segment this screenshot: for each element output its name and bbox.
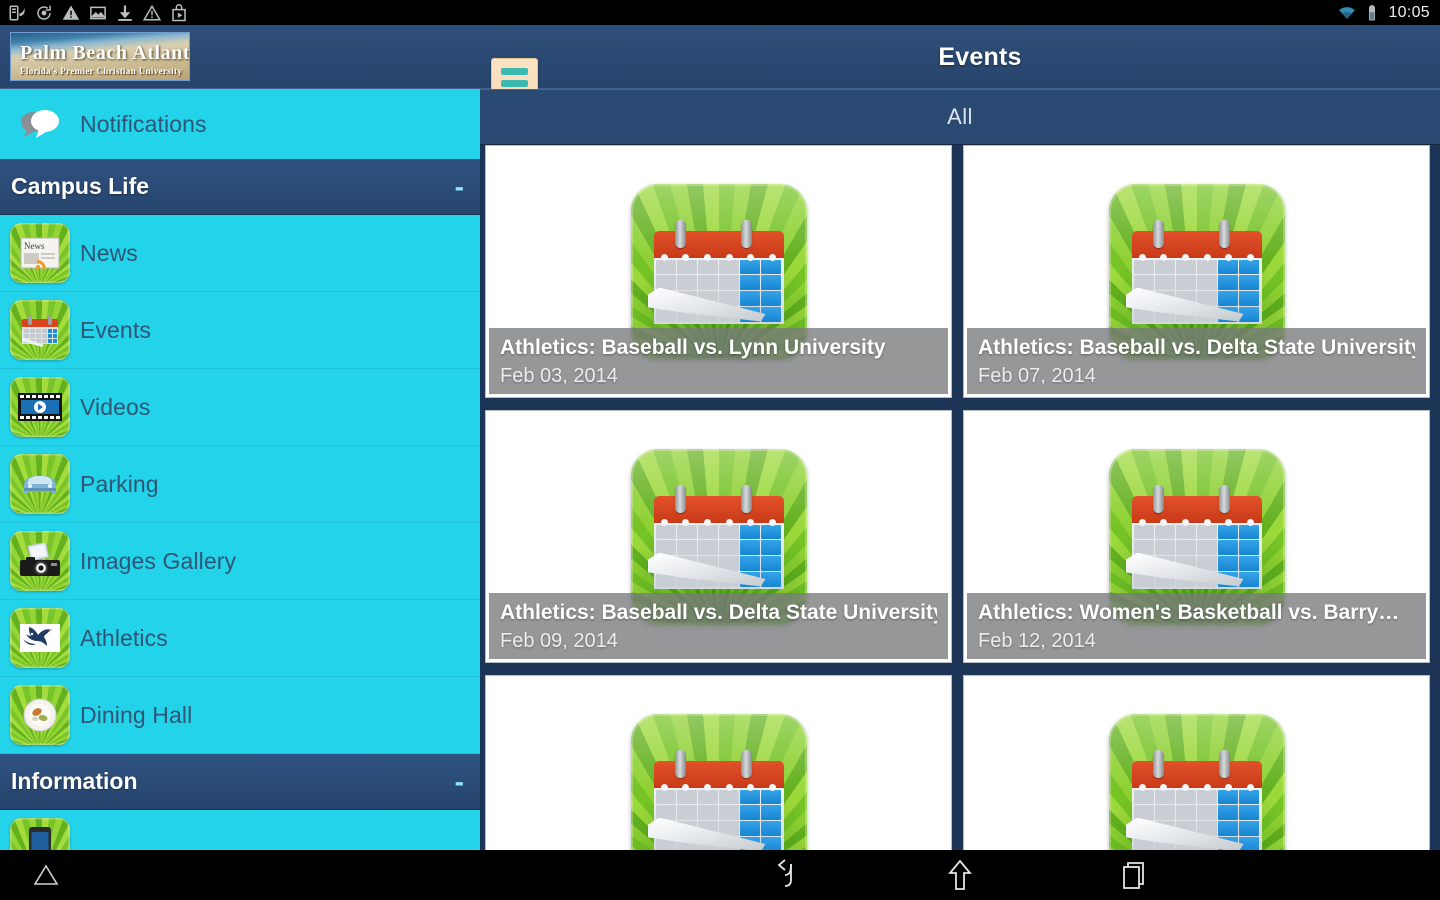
back-icon[interactable] [769, 858, 803, 892]
events-content: All Athletics: Baseball vs. Lynn Univers… [480, 89, 1440, 850]
app-window: Palm Beach Atlantic Florida's Premier Ch… [0, 25, 1440, 850]
card-row: Athletics: Baseball vs. Lynn University … [485, 145, 1435, 398]
sync-icon [37, 5, 51, 20]
alert-icon [143, 4, 161, 20]
sidebar-item-videos[interactable]: Videos [0, 369, 480, 446]
car-icon [0, 446, 80, 523]
event-card[interactable]: Athletics: Baseball vs. Delta State Univ… [485, 410, 952, 663]
film-play-icon [0, 369, 80, 446]
sidebar-section-campus-life[interactable]: Campus Life - [0, 159, 480, 215]
sidebar-section-information[interactable]: Information - [0, 754, 480, 810]
collapse-toggle-icon[interactable]: - [455, 172, 480, 200]
event-title: Athletics: Baseball vs. Delta State Univ… [978, 336, 1415, 359]
event-card[interactable]: Athletics: Women's Basketball vs. Barry…… [963, 410, 1430, 663]
sidebar-item-parking[interactable]: Parking [0, 446, 480, 523]
event-date: Feb 03, 2014 [500, 365, 618, 387]
sidebar-item-label: Athletics [80, 624, 168, 651]
image-icon [90, 6, 106, 19]
nav-buttons [480, 850, 1440, 900]
wifi-icon [1339, 6, 1356, 19]
play-store-icon [172, 3, 186, 21]
calendar-icon [964, 676, 1429, 850]
collapse-toggle-icon[interactable]: - [455, 767, 480, 795]
system-navigation-bar [0, 850, 1440, 900]
section-title: Campus Life [11, 173, 150, 199]
status-bar: 10:05 [0, 0, 1440, 25]
expand-icon[interactable] [30, 860, 62, 890]
sidebar-item-label: Videos [80, 393, 151, 420]
logo-title: Palm Beach Atlantic [20, 42, 190, 64]
recents-icon[interactable] [1117, 858, 1151, 892]
sidebar-item-news[interactable]: News News [0, 215, 480, 292]
speech-bubbles-icon [0, 89, 80, 163]
sidebar-item-events[interactable]: Events [0, 292, 480, 369]
app-header: Palm Beach Atlantic Florida's Premier Ch… [0, 25, 1440, 108]
event-card[interactable] [485, 675, 952, 850]
home-icon[interactable] [943, 858, 977, 892]
battery-leaf-icon [9, 4, 25, 20]
mobile-phone-icon [0, 810, 80, 850]
card-row: Athletics: Baseball vs. Delta State Univ… [485, 410, 1435, 663]
sidebar-item-label: Events [80, 316, 151, 343]
calendar-icon [486, 676, 951, 850]
sidebar-item-dining-hall[interactable]: Dining Hall [0, 677, 480, 754]
navigation-drawer: Notifications Campus Life - News News Ev… [0, 89, 480, 850]
event-title: Athletics: Baseball vs. Lynn University [500, 336, 886, 359]
camera-icon [0, 523, 80, 600]
sidebar-item-label: Dining Hall [80, 701, 193, 728]
status-bar-right: 10:05 [1338, 4, 1440, 22]
tab-all[interactable]: All [947, 104, 973, 130]
section-title: Information [11, 768, 138, 794]
logo-subtitle: Florida's Premier Christian University [20, 66, 183, 76]
sidebar-item-notifications[interactable]: Notifications [0, 89, 480, 159]
event-date: Feb 07, 2014 [978, 365, 1096, 387]
event-card[interactable] [963, 675, 1430, 850]
event-card[interactable]: Athletics: Baseball vs. Lynn University … [485, 145, 952, 398]
svg-text:News: News [24, 241, 45, 251]
university-logo[interactable]: Palm Beach Atlantic Florida's Premier Ch… [10, 32, 190, 81]
sidebar-item-label: Images Gallery [80, 547, 237, 574]
filter-tabbar: All [480, 89, 1440, 145]
status-bar-icons [0, 3, 188, 22]
newspaper-icon: News [0, 215, 80, 292]
event-title: Athletics: Baseball vs. Delta State Univ… [500, 601, 937, 624]
event-card-caption: Athletics: Baseball vs. Delta State Univ… [489, 593, 948, 659]
plate-icon [0, 677, 80, 754]
sidebar-item-label: News [80, 239, 138, 266]
battery-icon [1369, 4, 1376, 20]
event-title: Athletics: Women's Basketball vs. Barry… [978, 601, 1400, 624]
card-row [485, 675, 1435, 850]
sidebar-item-label: Notifications [80, 110, 207, 137]
event-card-caption: Athletics: Baseball vs. Lynn University … [489, 328, 948, 394]
sidebar-item-mobile[interactable] [0, 810, 480, 850]
warning-icon [62, 5, 80, 20]
sidebar-item-athletics[interactable]: Athletics [0, 600, 480, 677]
status-bar-clock: 10:05 [1388, 3, 1430, 21]
calendar-icon [0, 292, 80, 369]
event-date: Feb 09, 2014 [500, 630, 618, 652]
event-card-caption: Athletics: Women's Basketball vs. Barry…… [967, 593, 1426, 659]
event-date: Feb 12, 2014 [978, 630, 1096, 652]
events-grid: Athletics: Baseball vs. Lynn University … [480, 145, 1440, 850]
page-title: Events [938, 42, 1022, 71]
sidebar-item-images-gallery[interactable]: Images Gallery [0, 523, 480, 600]
download-icon [118, 5, 132, 21]
sailfish-icon [0, 600, 80, 677]
event-card-caption: Athletics: Baseball vs. Delta State Univ… [967, 328, 1426, 394]
sidebar-item-label: Parking [80, 470, 159, 497]
event-card[interactable]: Athletics: Baseball vs. Delta State Univ… [963, 145, 1430, 398]
